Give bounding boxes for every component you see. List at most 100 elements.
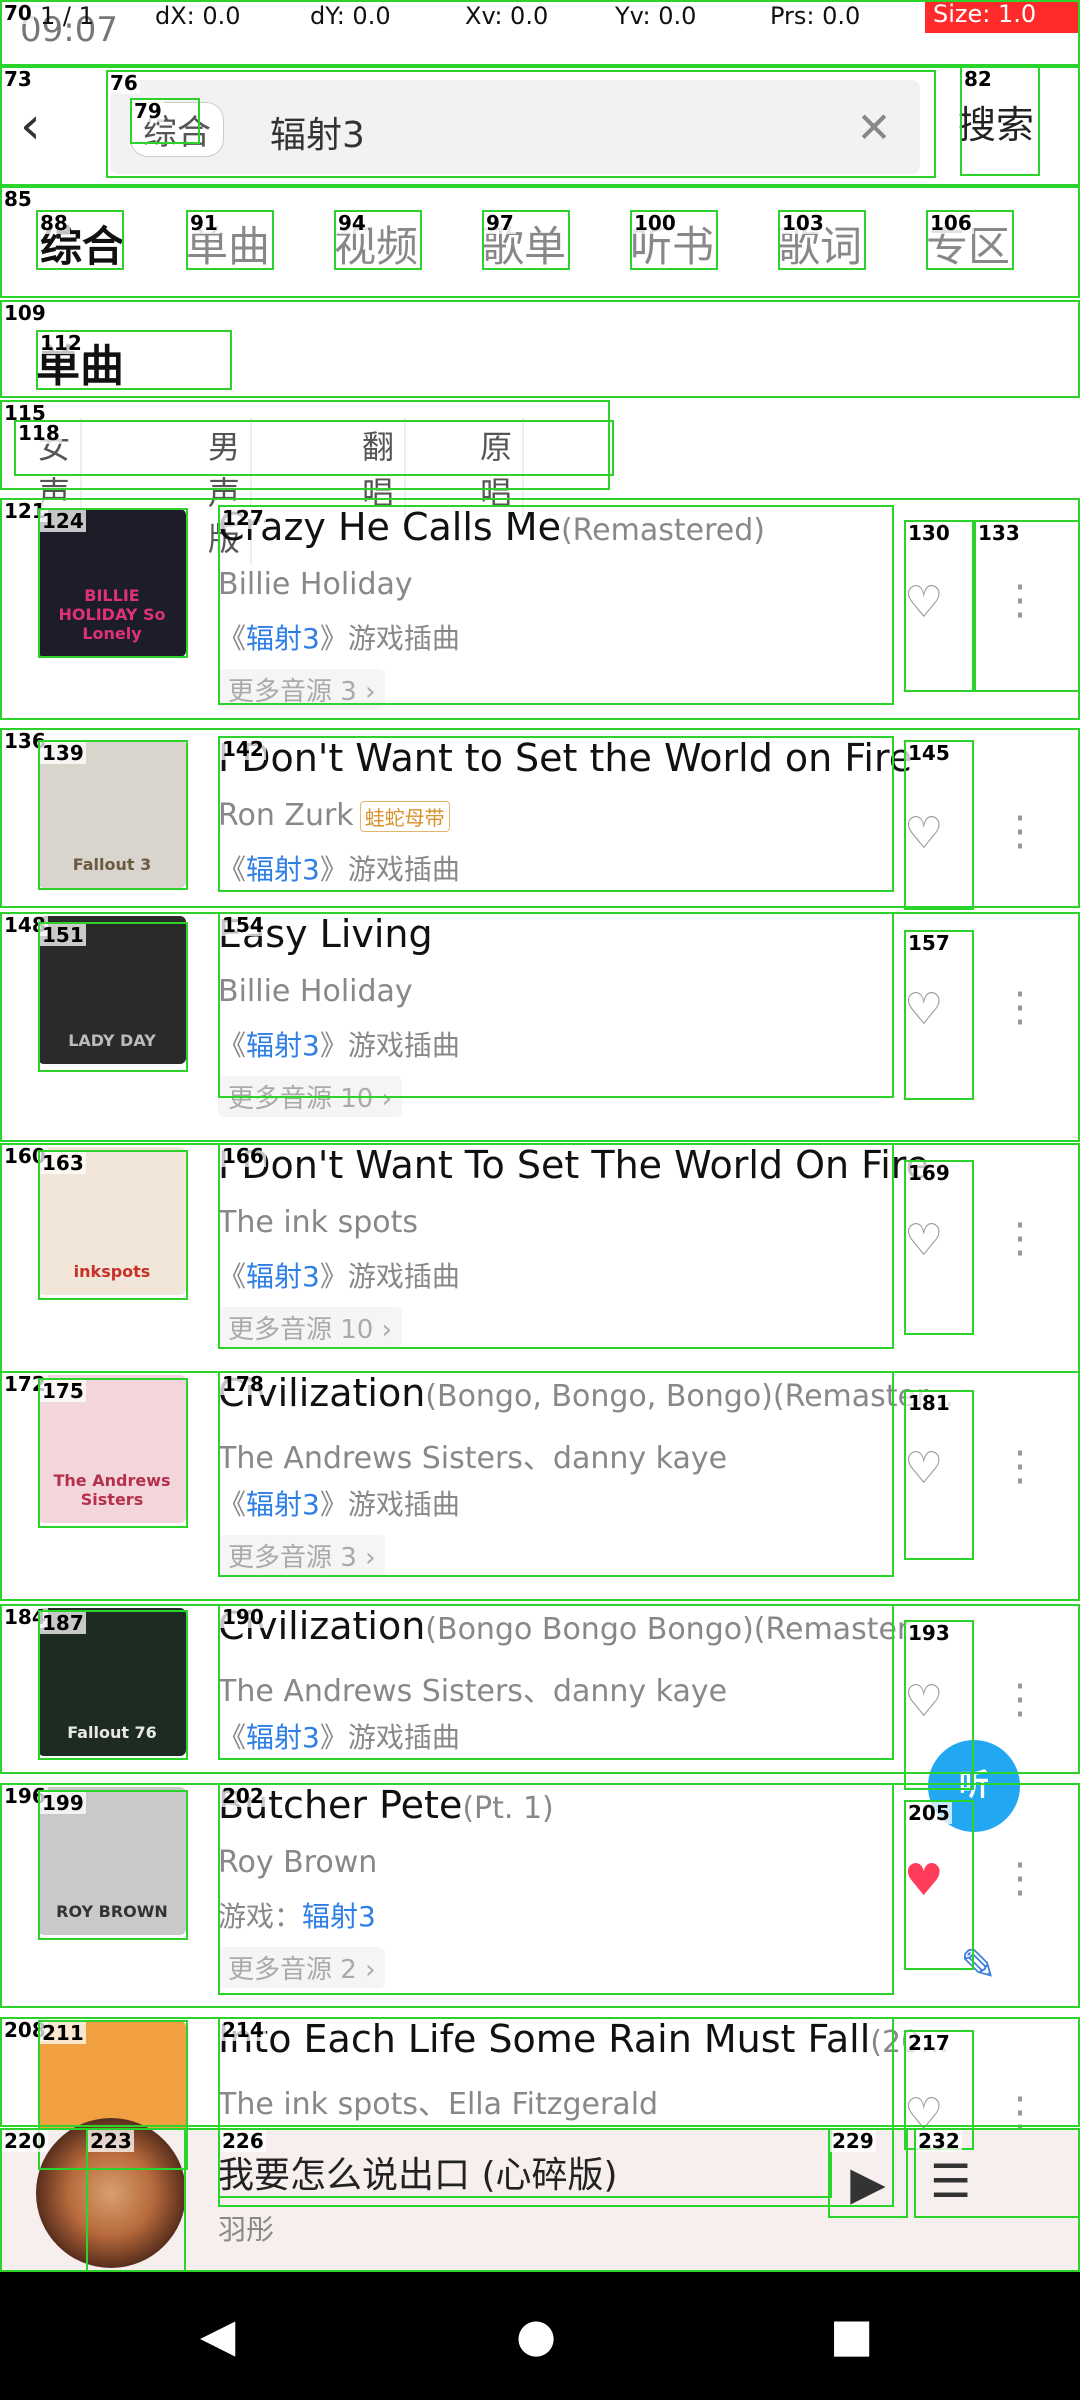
source-link[interactable]: 辐射3 bbox=[246, 1721, 320, 1754]
heart-icon[interactable]: ♥ bbox=[904, 1855, 943, 1906]
playlist-icon[interactable]: ☰ bbox=[930, 2154, 971, 2208]
heart-icon[interactable]: ♡ bbox=[904, 1676, 943, 1727]
song-title: Butcher Pete(Pt. 1) bbox=[218, 1783, 554, 1827]
source-link[interactable]: 辐射3 bbox=[246, 1260, 320, 1293]
cover-art-text: Fallout 76 bbox=[67, 1723, 157, 1742]
tab-playlists[interactable]: 歌单 bbox=[482, 213, 566, 274]
song-title: Into Each Life Some Rain Must Fall(20... bbox=[218, 2017, 949, 2061]
debug-dy: dY: 0.0 bbox=[310, 2, 391, 30]
song-subtitle: (Remastered) bbox=[560, 513, 765, 548]
listen-fab-icon[interactable]: 听 bbox=[928, 1740, 1020, 1832]
song-artist: The ink spots bbox=[218, 1205, 419, 1240]
search-query[interactable]: 辐射3 bbox=[270, 106, 365, 158]
more-options-icon[interactable]: ··· bbox=[1010, 1667, 1030, 1735]
heart-icon[interactable]: ♡ bbox=[904, 808, 943, 859]
more-options-icon[interactable]: ··· bbox=[1010, 799, 1030, 867]
play-icon[interactable]: ▶ bbox=[828, 2156, 908, 2236]
song-artist: Roy Brown bbox=[218, 1845, 378, 1880]
more-options-icon[interactable]: ··· bbox=[1010, 1434, 1030, 1502]
more-options-icon[interactable]: ··· bbox=[1010, 568, 1030, 636]
debug-size: Size: 1.0 bbox=[925, 0, 1080, 33]
song-source[interactable]: 《辐射3》游戏插曲 bbox=[218, 1483, 460, 1523]
song-title: I Don't Want to Set the World on Fire bbox=[218, 736, 913, 780]
heart-icon[interactable]: ♡ bbox=[904, 1215, 943, 1266]
song-source[interactable]: 游戏：辐射3 bbox=[218, 1895, 376, 1935]
song-subtitle: (Bongo Bongo Bongo)(Remaster... bbox=[425, 1612, 936, 1647]
song-row[interactable]: The Andrews Sisters Civilization(Bongo, B… bbox=[0, 1371, 1080, 1591]
nav-recent-icon[interactable]: ■ bbox=[830, 2308, 873, 2362]
close-icon[interactable]: ✕ bbox=[844, 98, 904, 158]
song-source[interactable]: 《辐射3》游戏插曲 bbox=[218, 1024, 460, 1064]
more-options-icon[interactable]: ··· bbox=[1010, 1206, 1030, 1274]
cover-art-text: LADY DAY bbox=[68, 1031, 156, 1050]
source-link[interactable]: 辐射3 bbox=[302, 1900, 376, 1933]
debug-yv: Yv: 0.0 bbox=[615, 2, 697, 30]
chip-cover[interactable]: 翻唱 bbox=[352, 418, 407, 518]
song-row[interactable]: LADY DAY Easy Living Billie Holiday 《辐射3》游戏… bbox=[0, 912, 1080, 1132]
back-arrow-icon[interactable]: ‹ bbox=[20, 96, 64, 156]
heart-icon[interactable]: ♡ bbox=[904, 984, 943, 1035]
song-title: Civilization(Bongo Bongo Bongo)(Remaster… bbox=[218, 1604, 936, 1648]
chip-original[interactable]: 原唱 bbox=[470, 418, 525, 518]
song-artist: The Andrews Sisters、danny kaye bbox=[218, 1441, 728, 1476]
more-sources-button[interactable]: 更多音源 3 › bbox=[218, 669, 386, 710]
search-input[interactable]: 综合 辐射3 ✕ bbox=[110, 80, 920, 174]
source-link[interactable]: 辐射3 bbox=[246, 853, 320, 886]
song-row[interactable]: BILLIE HOLIDAY So Lonely Crazy He Calls M… bbox=[0, 505, 1080, 725]
source-link[interactable]: 辐射3 bbox=[246, 1488, 320, 1521]
debug-dx: dX: 0.0 bbox=[155, 2, 241, 30]
system-nav-bar: ◀ ● ■ bbox=[0, 2272, 1080, 2400]
mini-player[interactable]: 我要怎么说出口 (心碎版) 羽彤 ▶ ☰ bbox=[0, 2118, 1080, 2272]
search-button[interactable]: 搜索 bbox=[958, 94, 1034, 149]
song-source[interactable]: 《辐射3》游戏插曲 bbox=[218, 848, 460, 888]
debug-prs: Prs: 0.0 bbox=[770, 2, 861, 30]
song-subtitle: (Bongo, Bongo, Bongo)(Remaster... bbox=[425, 1379, 955, 1414]
status-bar: 09:07 1 / 1 dX: 0.0 dY: 0.0 Xv: 0.0 Yv: … bbox=[0, 0, 1080, 66]
search-type-pill[interactable]: 综合 bbox=[130, 102, 224, 157]
album-cover[interactable]: BILLIE HOLIDAY So Lonely bbox=[38, 509, 186, 657]
tab-songs[interactable]: 单曲 bbox=[186, 213, 270, 274]
album-cover[interactable]: Fallout 76 bbox=[38, 1608, 186, 1756]
song-source[interactable]: 《辐射3》游戏插曲 bbox=[218, 617, 460, 657]
song-source[interactable]: 《辐射3》游戏插曲 bbox=[218, 1255, 460, 1295]
source-link[interactable]: 辐射3 bbox=[246, 1029, 320, 1062]
more-sources-button[interactable]: 更多音源 10 › bbox=[218, 1076, 403, 1117]
tab-audiobooks[interactable]: 听书 bbox=[630, 213, 714, 274]
more-options-icon[interactable]: ··· bbox=[1010, 1846, 1030, 1914]
song-title: Crazy He Calls Me(Remastered) bbox=[218, 505, 765, 549]
song-artist: The ink spots、Ella Fitzgerald bbox=[218, 2087, 659, 2122]
song-source[interactable]: 《辐射3》游戏插曲 bbox=[218, 1716, 460, 1756]
source-link[interactable]: 辐射3 bbox=[246, 622, 320, 655]
more-sources-button[interactable]: 更多音源 3 › bbox=[218, 1535, 386, 1576]
nav-back-icon[interactable]: ◀ bbox=[200, 2308, 235, 2362]
album-cover[interactable]: inkspots bbox=[38, 1147, 186, 1295]
album-cover[interactable]: ROY BROWN bbox=[38, 1787, 186, 1935]
album-cover[interactable]: Fallout 3 bbox=[38, 740, 186, 888]
cover-art-text: The Andrews Sisters bbox=[53, 1471, 171, 1509]
album-cover[interactable]: The Andrews Sisters bbox=[38, 1375, 186, 1523]
tab-zone[interactable]: 专区 bbox=[926, 213, 1010, 274]
search-header: ‹ 综合 辐射3 ✕ 搜索 bbox=[0, 66, 1080, 186]
more-options-icon[interactable]: ··· bbox=[1010, 975, 1030, 1043]
more-sources-button[interactable]: 更多音源 10 › bbox=[218, 1307, 403, 1348]
cover-art-text: BILLIE HOLIDAY So Lonely bbox=[58, 586, 166, 643]
nav-home-icon[interactable]: ● bbox=[516, 2308, 556, 2362]
tab-all[interactable]: 综合 bbox=[40, 213, 124, 274]
heart-icon[interactable]: ♡ bbox=[904, 577, 943, 628]
tab-lyrics[interactable]: 歌词 bbox=[778, 213, 862, 274]
song-row[interactable]: ROY BROWN Butcher Pete(Pt. 1) Roy Brown 游戏：… bbox=[0, 1783, 1080, 2003]
edit-icon[interactable]: ✎ bbox=[960, 1940, 997, 1991]
debug-box bbox=[0, 300, 1080, 398]
song-row[interactable]: inkspots I Don't Want To Set The World On… bbox=[0, 1143, 1080, 1363]
more-sources-button[interactable]: 更多音源 2 › bbox=[218, 1947, 386, 1988]
song-artist: Billie Holiday bbox=[218, 567, 413, 602]
tab-videos[interactable]: 视频 bbox=[334, 213, 418, 274]
section-title: 单曲 bbox=[36, 341, 124, 392]
song-subtitle: (20... bbox=[870, 2025, 949, 2060]
album-cover[interactable]: LADY DAY bbox=[38, 916, 186, 1064]
song-title: Civilization(Bongo, Bongo, Bongo)(Remast… bbox=[218, 1371, 955, 1415]
song-title: Easy Living bbox=[218, 912, 433, 956]
debug-id-label: 109 bbox=[2, 301, 48, 325]
player-cover[interactable] bbox=[36, 2118, 186, 2268]
heart-icon[interactable]: ♡ bbox=[904, 1443, 943, 1494]
